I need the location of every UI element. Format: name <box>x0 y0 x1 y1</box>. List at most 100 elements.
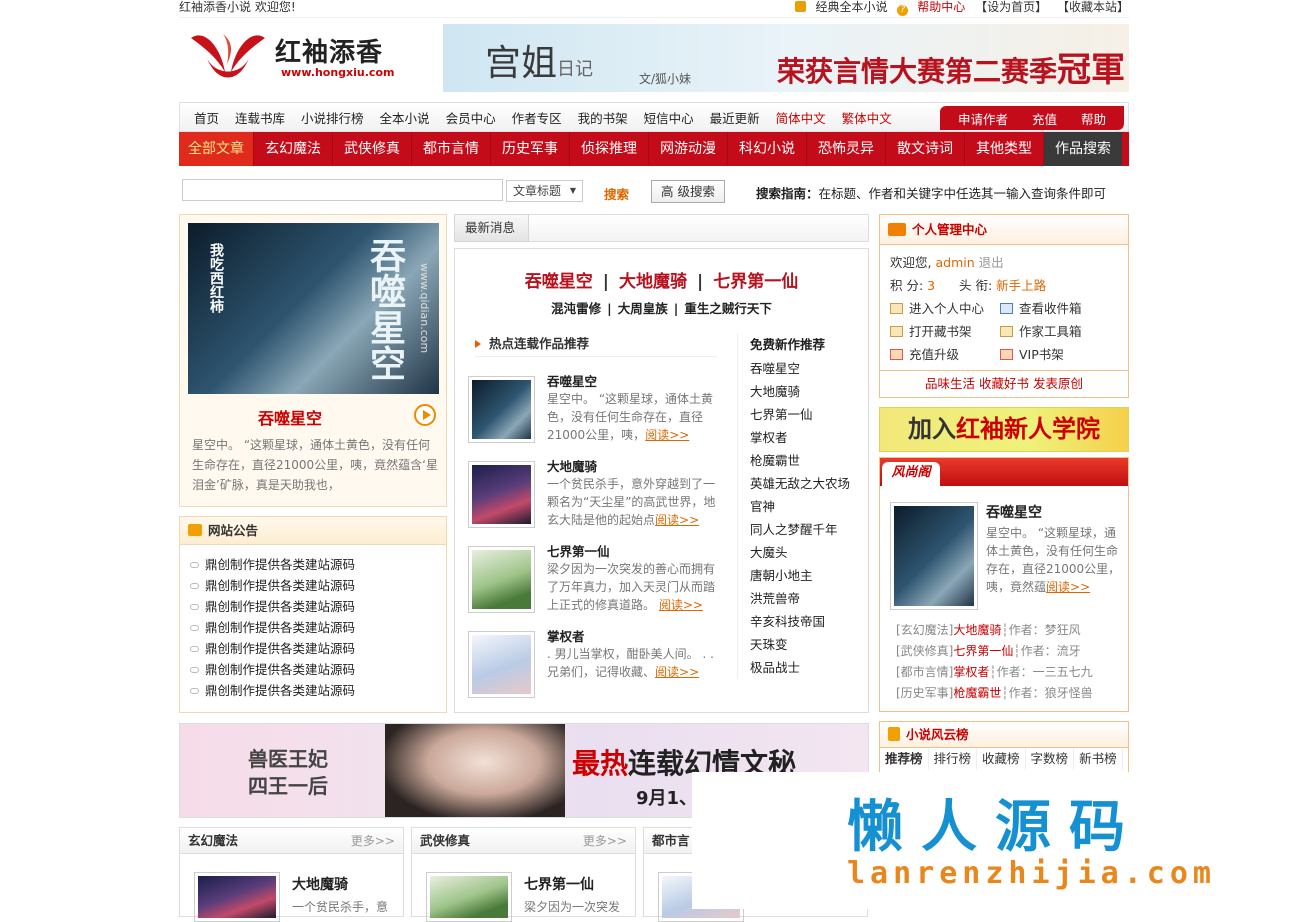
book-title[interactable]: 七界第一仙 <box>547 541 610 560</box>
book-cover[interactable] <box>468 631 535 698</box>
nav-traditional[interactable]: 繁体中文 <box>834 108 900 127</box>
book-title[interactable]: 吞噬星空 <box>547 371 597 390</box>
hot-link[interactable]: 吞噬星空 <box>525 272 593 292</box>
nav-simplified[interactable]: 简体中文 <box>768 108 834 127</box>
tab-recommend[interactable]: 推荐榜 <box>880 748 929 770</box>
cat-horror[interactable]: 恐怖灵异 <box>807 132 886 166</box>
sub-link[interactable]: 重生之贼行天下 <box>684 301 772 316</box>
site-logo[interactable]: 红袖添香 www.hongxiu.com <box>187 26 394 88</box>
cat-all[interactable]: 全部文章 <box>179 132 254 166</box>
nav-help[interactable]: 帮助 <box>1081 109 1106 128</box>
notice-item[interactable]: 鼎创制作提供各类建站源码 <box>190 638 446 659</box>
free-list-item[interactable]: 七界第一仙 <box>750 403 862 426</box>
free-list-item[interactable]: 大地魔骑 <box>750 380 862 403</box>
book-cover[interactable] <box>426 872 512 922</box>
notice-item[interactable]: 鼎创制作提供各类建站源码 <box>190 659 446 680</box>
book-title[interactable]: 七界第一仙 <box>524 874 594 894</box>
free-list-item[interactable]: 同人之梦醒千年 <box>750 518 862 541</box>
cat-search[interactable]: 作品搜索 <box>1044 132 1122 166</box>
free-list-item[interactable]: 掌权者 <box>750 426 862 449</box>
cat-detective[interactable]: 侦探推理 <box>570 132 649 166</box>
nav-messages[interactable]: 短信中心 <box>636 108 702 127</box>
cat-fantasy[interactable]: 玄幻魔法 <box>254 132 333 166</box>
more-link[interactable]: 更多>> <box>351 828 395 854</box>
link-personal-center[interactable]: 进入个人中心 <box>890 297 1000 320</box>
cat-other[interactable]: 其他类型 <box>965 132 1044 166</box>
free-list-item[interactable]: 英雄无敌之大农场 <box>750 472 862 495</box>
book-cover[interactable] <box>468 546 535 613</box>
logout-link[interactable]: 退出 <box>979 255 1004 270</box>
search-input[interactable] <box>182 179 503 201</box>
top-link-homepage[interactable]: 【设为首页】 <box>975 0 1047 14</box>
nav-author[interactable]: 作者专区 <box>504 108 570 127</box>
read-link[interactable]: 阅读>> <box>1046 580 1090 594</box>
sub-link[interactable]: 混沌雷修 <box>551 301 601 316</box>
read-link[interactable]: 阅读>> <box>655 665 699 679</box>
book-title[interactable]: 大地魔骑 <box>292 874 348 894</box>
cat-history[interactable]: 历史军事 <box>491 132 570 166</box>
pavilion-cover[interactable] <box>890 502 978 610</box>
tab-latest-news[interactable]: 最新消息 <box>454 214 529 242</box>
free-list-item[interactable]: 吞噬星空 <box>750 357 862 380</box>
play-icon[interactable] <box>414 404 436 426</box>
nav-recent[interactable]: 最近更新 <box>702 108 768 127</box>
nav-complete[interactable]: 全本小说 <box>372 108 438 127</box>
nav-member[interactable]: 会员中心 <box>438 108 504 127</box>
advanced-search-button[interactable]: 高 级搜索 <box>651 180 725 203</box>
free-list-item[interactable]: 极品战士 <box>750 656 862 679</box>
nav-home[interactable]: 首页 <box>186 108 227 127</box>
cat-scifi[interactable]: 科幻小说 <box>728 132 807 166</box>
tab-wordcount[interactable]: 字数榜 <box>1026 748 1075 770</box>
nav-recharge[interactable]: 充值 <box>1032 109 1057 128</box>
free-list-item[interactable]: 辛亥科技帝国 <box>750 610 862 633</box>
top-link-help[interactable]: ? 帮助中心 <box>897 0 965 16</box>
link-recharge[interactable]: 充值升级 <box>890 343 1000 366</box>
link-bookshelf[interactable]: 打开藏书架 <box>890 320 1000 343</box>
tab-newbooks[interactable]: 新书榜 <box>1074 748 1123 770</box>
read-link[interactable]: 阅读>> <box>659 598 703 612</box>
sub-link[interactable]: 大周皇族 <box>618 301 668 316</box>
search-button[interactable]: 搜索 <box>604 184 629 203</box>
link-inbox[interactable]: 查看收件箱 <box>1000 297 1110 320</box>
join-academy-banner[interactable]: 加入红袖新人学院 <box>879 407 1129 452</box>
link-vip-shelf[interactable]: VIP书架 <box>1000 343 1110 366</box>
book-cover[interactable] <box>468 461 535 528</box>
tab-favorites[interactable]: 收藏榜 <box>977 748 1026 770</box>
notice-item[interactable]: 鼎创制作提供各类建站源码 <box>190 554 446 575</box>
cat-game[interactable]: 网游动漫 <box>649 132 728 166</box>
nav-apply-author[interactable]: 申请作者 <box>958 109 1008 128</box>
cat-wuxia[interactable]: 武侠修真 <box>333 132 412 166</box>
nav-bookshelf[interactable]: 我的书架 <box>570 108 636 127</box>
nav-ranking[interactable]: 小说排行榜 <box>293 108 372 127</box>
book-title[interactable]: 大地魔骑 <box>547 456 597 475</box>
top-link-bookmark[interactable]: 【收藏本站】 <box>1057 0 1129 14</box>
username[interactable]: admin <box>935 255 974 270</box>
free-list-item[interactable]: 洪荒兽帝 <box>750 587 862 610</box>
free-list-item[interactable]: 大魔头 <box>750 541 862 564</box>
search-type-select[interactable]: 文章标题 ▼ <box>506 180 583 202</box>
more-link[interactable]: 更多>> <box>583 828 627 854</box>
book-title[interactable]: 掌权者 <box>547 626 585 645</box>
book-cover[interactable] <box>468 376 535 443</box>
cat-urban[interactable]: 都市言情 <box>412 132 491 166</box>
cat-poetry[interactable]: 散文诗词 <box>886 132 965 166</box>
notice-item[interactable]: 鼎创制作提供各类建站源码 <box>190 575 446 596</box>
nav-library[interactable]: 连载书库 <box>227 108 293 127</box>
read-link[interactable]: 阅读>> <box>655 513 699 527</box>
tab-ranking[interactable]: 排行榜 <box>929 748 978 770</box>
free-list-item[interactable]: 官神 <box>750 495 862 518</box>
book-cover[interactable] <box>194 872 280 922</box>
top-banner[interactable]: 宫姐日记 文/狐小妹 荣获言情大赛第二赛季冠軍 <box>443 24 1129 92</box>
free-list-item[interactable]: 枪魔霸世 <box>750 449 862 472</box>
free-list-item[interactable]: 天珠变 <box>750 633 862 656</box>
pavilion-tab[interactable]: 风尚阁 <box>882 462 940 486</box>
notice-item[interactable]: 鼎创制作提供各类建站源码 <box>190 596 446 617</box>
top-link-classic[interactable]: 经典全本小说 <box>795 0 887 14</box>
featured-cover[interactable]: 我吃西红柿 吞噬星空 www.qidian.com <box>188 223 439 394</box>
featured-title[interactable]: 吞噬星空 <box>258 405 322 429</box>
link-writer-tools[interactable]: 作家工具箱 <box>1000 320 1110 343</box>
free-list-item[interactable]: 唐朝小地主 <box>750 564 862 587</box>
read-link[interactable]: 阅读>> <box>645 428 689 442</box>
pavilion-title[interactable]: 吞噬星空 <box>986 502 1042 522</box>
notice-item[interactable]: 鼎创制作提供各类建站源码 <box>190 680 446 701</box>
